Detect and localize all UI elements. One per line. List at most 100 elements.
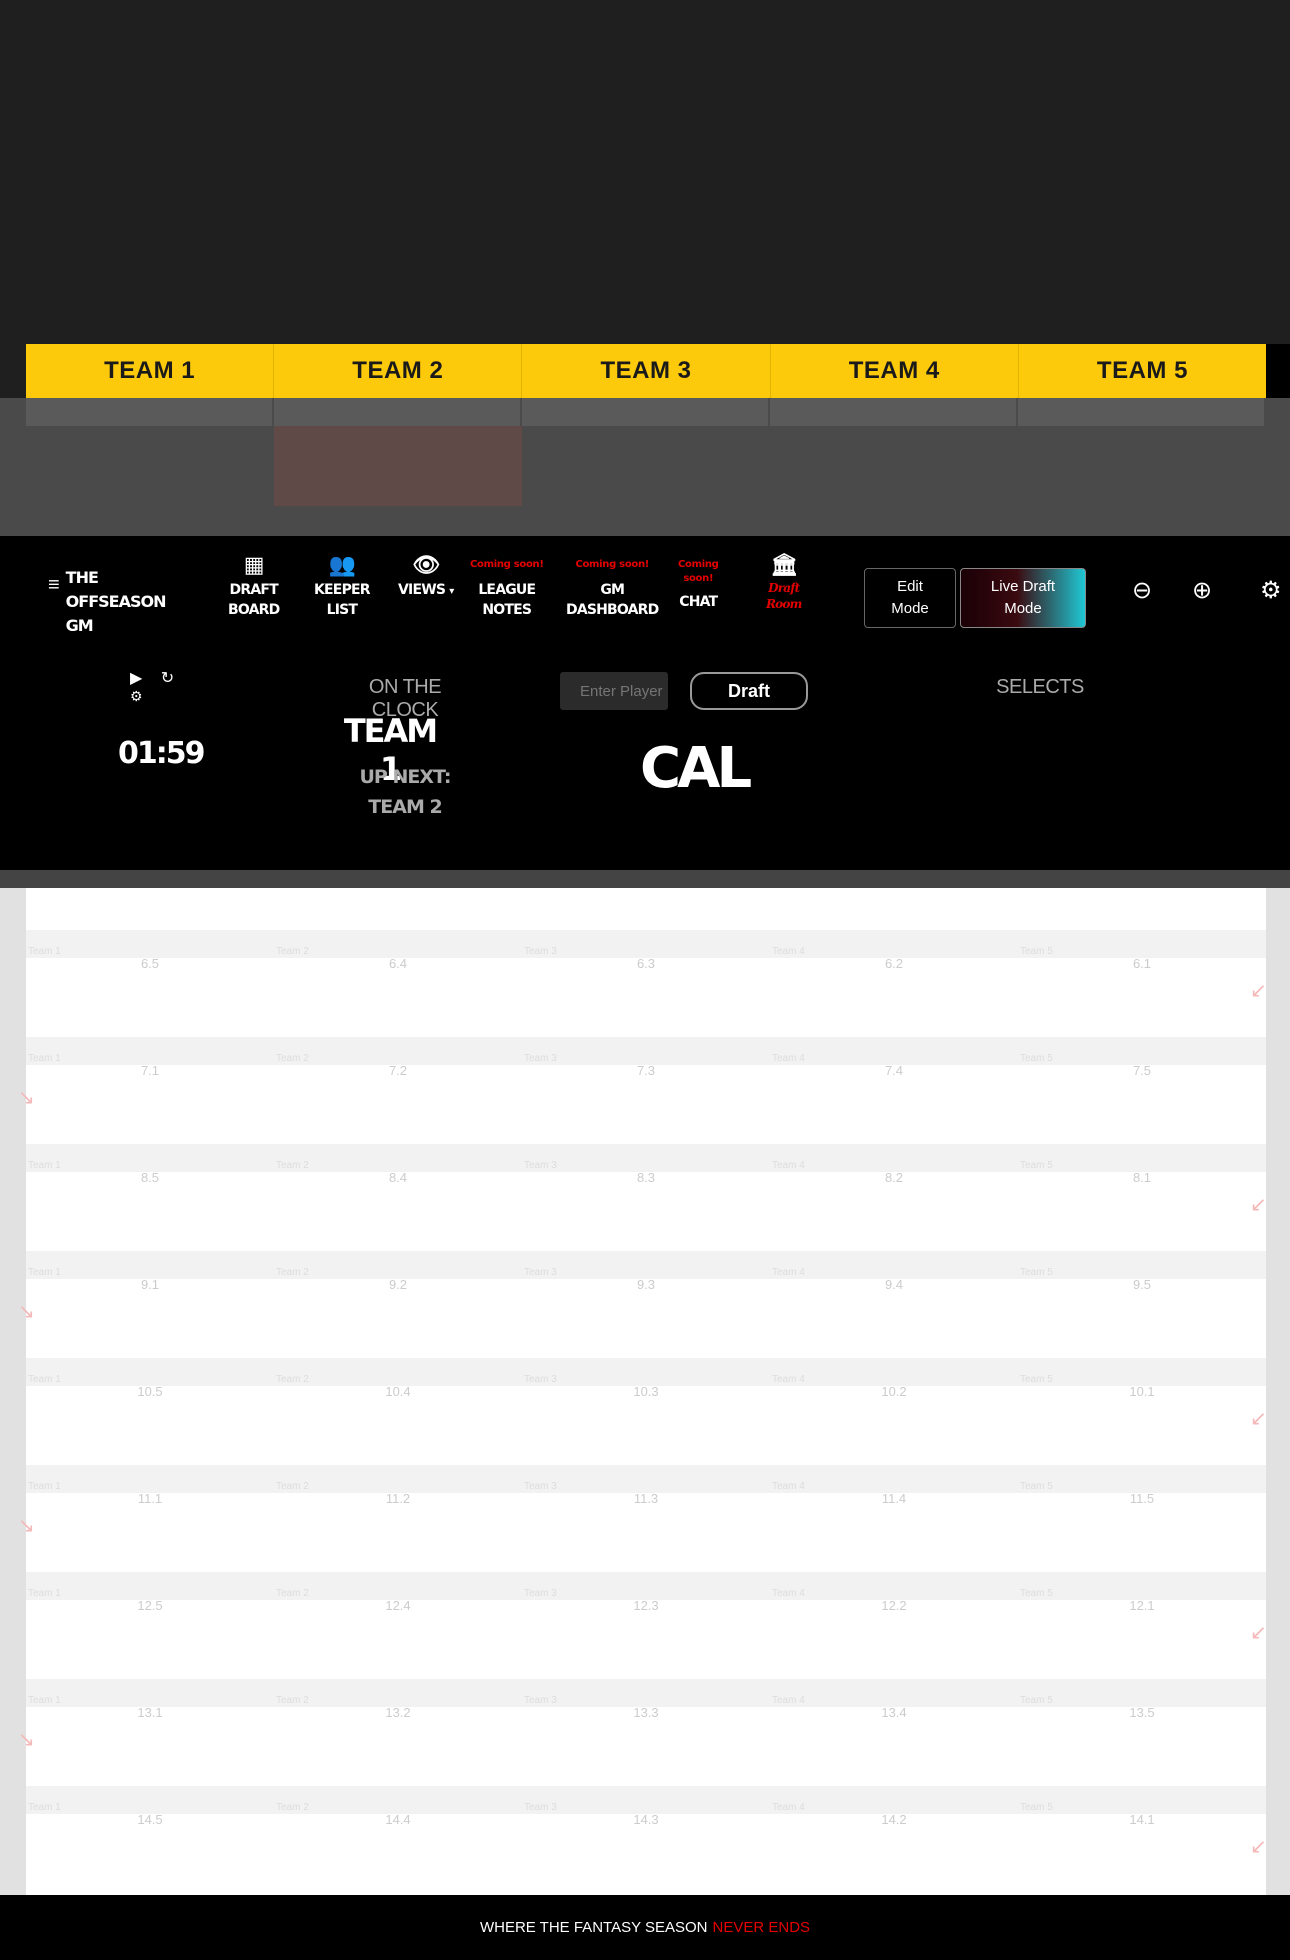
team-header-3[interactable]: TEAM 3 xyxy=(522,344,771,398)
pick-cell[interactable]: 11.2 xyxy=(274,1491,522,1506)
pick-cell[interactable]: 6.5 xyxy=(26,956,274,971)
dim-pick-cell xyxy=(770,426,1018,506)
pick-cell[interactable]: 8.2 xyxy=(770,1170,1018,1185)
pick-cell[interactable]: 13.1 xyxy=(26,1705,274,1720)
play-icon[interactable]: ▶ xyxy=(130,670,142,687)
pick-cell[interactable]: 11.4 xyxy=(770,1491,1018,1506)
cell-team-label: Team 3 xyxy=(524,1053,557,1064)
pick-cell[interactable]: 11.3 xyxy=(522,1491,770,1506)
pick-cell[interactable]: 14.4 xyxy=(274,1812,522,1827)
cell-team-label: Team 4 xyxy=(772,1588,805,1599)
edit-mode-button[interactable]: Edit Mode xyxy=(864,568,956,628)
pick-cell[interactable]: 6.3 xyxy=(522,956,770,971)
pick-cell[interactable]: 8.3 xyxy=(522,1170,770,1185)
nav-draft-room[interactable]: 🏛 Draft Room xyxy=(766,552,802,612)
zoom-in-icon[interactable]: ⊕ xyxy=(1192,576,1212,605)
pick-cell[interactable]: 7.4 xyxy=(770,1063,1018,1078)
pick-cell[interactable]: 8.1 xyxy=(1018,1170,1266,1185)
reset-icon[interactable]: ↻ xyxy=(161,670,174,687)
cell-team-label: Team 1 xyxy=(28,1481,61,1492)
pick-cell[interactable]: 12.1 xyxy=(1018,1598,1266,1613)
pick-cell[interactable]: 12.5 xyxy=(26,1598,274,1613)
pick-cell[interactable]: 13.5 xyxy=(1018,1705,1266,1720)
settings-gear-icon[interactable]: ⚙ xyxy=(1260,576,1282,605)
pick-cell[interactable]: 6.2 xyxy=(770,956,1018,971)
draft-round-row: Team 1 Team 2 Team 3 Team 4 Team 5 8.5 8.4 8.3 8… xyxy=(26,1144,1266,1251)
pick-cell[interactable]: 8.5 xyxy=(26,1170,274,1185)
team-header-1[interactable]: TEAM 1 xyxy=(26,344,275,398)
cell-team-label: Team 3 xyxy=(524,1481,557,1492)
pick-cell[interactable]: 9.3 xyxy=(522,1277,770,1292)
pick-cell[interactable]: 9.1 xyxy=(26,1277,274,1292)
round-pick-values: 8.5 8.4 8.3 8.2 8.1 xyxy=(26,1170,1266,1185)
dim-cell xyxy=(1018,398,1264,426)
pick-cell[interactable]: 12.2 xyxy=(770,1598,1018,1613)
pick-cell[interactable]: 7.5 xyxy=(1018,1063,1266,1078)
pick-cell[interactable]: 12.3 xyxy=(522,1598,770,1613)
cell-team-label: Team 3 xyxy=(524,1374,557,1385)
round-team-labels: Team 1 Team 2 Team 3 Team 4 Team 5 xyxy=(26,1465,1266,1493)
pick-cell[interactable]: 9.2 xyxy=(274,1277,522,1292)
cell-team-label: Team 3 xyxy=(524,1267,557,1278)
brand-logo[interactable]: ≡ THE OFFSEASON GM xyxy=(48,566,166,638)
hamburger-menu-icon[interactable]: ≡ xyxy=(48,574,60,597)
cell-team-label: Team 4 xyxy=(772,1802,805,1813)
cell-team-label: Team 1 xyxy=(28,1053,61,1064)
pick-cell[interactable]: 14.3 xyxy=(522,1812,770,1827)
team-header-4[interactable]: TEAM 4 xyxy=(771,344,1019,398)
nav-chat[interactable]: Coming soon! CHAT xyxy=(678,552,719,612)
snake-arrow-right-icon: ↘ xyxy=(18,1301,35,1323)
cell-team-label: Team 2 xyxy=(276,1695,309,1706)
footer-tagline-highlight: NEVER ENDS xyxy=(712,1919,811,1936)
pick-cell[interactable]: 13.3 xyxy=(522,1705,770,1720)
pick-cell[interactable]: 13.2 xyxy=(274,1705,522,1720)
pick-cell[interactable]: 13.4 xyxy=(770,1705,1018,1720)
pick-cell[interactable]: 12.4 xyxy=(274,1598,522,1613)
pick-cell[interactable]: 9.5 xyxy=(1018,1277,1266,1292)
pick-cell[interactable]: 10.4 xyxy=(274,1384,522,1399)
pick-cell[interactable]: 11.1 xyxy=(26,1491,274,1506)
cell-team-label: Team 2 xyxy=(276,1374,309,1385)
brand-line-3: GM xyxy=(65,616,94,635)
nav-keeper-list[interactable]: 👥 KEEPER LIST xyxy=(314,552,371,620)
selects-label: SELECTS xyxy=(996,676,1084,698)
pick-cell[interactable]: 7.1 xyxy=(26,1063,274,1078)
pick-cell[interactable]: 14.1 xyxy=(1018,1812,1266,1827)
pick-cell[interactable]: 14.2 xyxy=(770,1812,1018,1827)
pick-cell[interactable]: 10.1 xyxy=(1018,1384,1266,1399)
nav-views-dropdown[interactable]: 👁 VIEWS ▾ xyxy=(398,552,454,602)
draft-round-row: Team 1 Team 2 Team 3 Team 4 Team 5 6.5 6.4 6.3 6… xyxy=(26,930,1266,1037)
pick-cell[interactable]: 6.4 xyxy=(274,956,522,971)
zoom-out-icon[interactable]: ⊖ xyxy=(1132,576,1152,605)
player-search-input[interactable] xyxy=(560,672,668,710)
cell-team-label: Team 2 xyxy=(276,1802,309,1813)
chevron-down-icon: ▾ xyxy=(449,586,454,597)
pick-cell[interactable]: 14.5 xyxy=(26,1812,274,1827)
nav-league-notes[interactable]: Coming soon! LEAGUE NOTES xyxy=(470,552,544,620)
eye-icon: 👁 xyxy=(412,553,440,578)
team-header-5[interactable]: TEAM 5 xyxy=(1019,344,1266,398)
pick-cell[interactable]: 10.3 xyxy=(522,1384,770,1399)
round-pick-values: 11.1 11.2 11.3 11.4 11.5 xyxy=(26,1491,1266,1506)
pick-cell[interactable]: 6.1 xyxy=(1018,956,1266,971)
pick-cell[interactable]: 10.5 xyxy=(26,1384,274,1399)
cell-team-label: Team 2 xyxy=(276,1267,309,1278)
coming-soon-badge: Coming soon! xyxy=(575,559,650,570)
nav-draft-board[interactable]: ▦ DRAFT BOARD xyxy=(228,552,280,620)
team-header-2[interactable]: TEAM 2 xyxy=(274,344,523,398)
pick-cell[interactable]: 7.2 xyxy=(274,1063,522,1078)
round-team-labels: Team 1 Team 2 Team 3 Team 4 Team 5 xyxy=(26,1037,1266,1065)
pick-cell[interactable]: 8.4 xyxy=(274,1170,522,1185)
draft-button[interactable]: Draft xyxy=(690,672,808,710)
timer-settings-icon[interactable]: ⚙ xyxy=(130,688,143,704)
live-draft-mode-button[interactable]: Live Draft Mode xyxy=(960,568,1086,628)
cell-team-label: Team 3 xyxy=(524,1802,557,1813)
edit-mode-label-2: Mode xyxy=(891,600,929,617)
cell-team-label: Team 1 xyxy=(28,1267,61,1278)
pick-cell[interactable]: 11.5 xyxy=(1018,1491,1266,1506)
draft-round-row: Team 1 Team 2 Team 3 Team 4 Team 5 12.5 12.4 12… xyxy=(26,1572,1266,1679)
pick-cell[interactable]: 10.2 xyxy=(770,1384,1018,1399)
pick-cell[interactable]: 9.4 xyxy=(770,1277,1018,1292)
nav-gm-dashboard[interactable]: Coming soon! GM DASHBOARD xyxy=(566,552,659,620)
pick-cell[interactable]: 7.3 xyxy=(522,1063,770,1078)
